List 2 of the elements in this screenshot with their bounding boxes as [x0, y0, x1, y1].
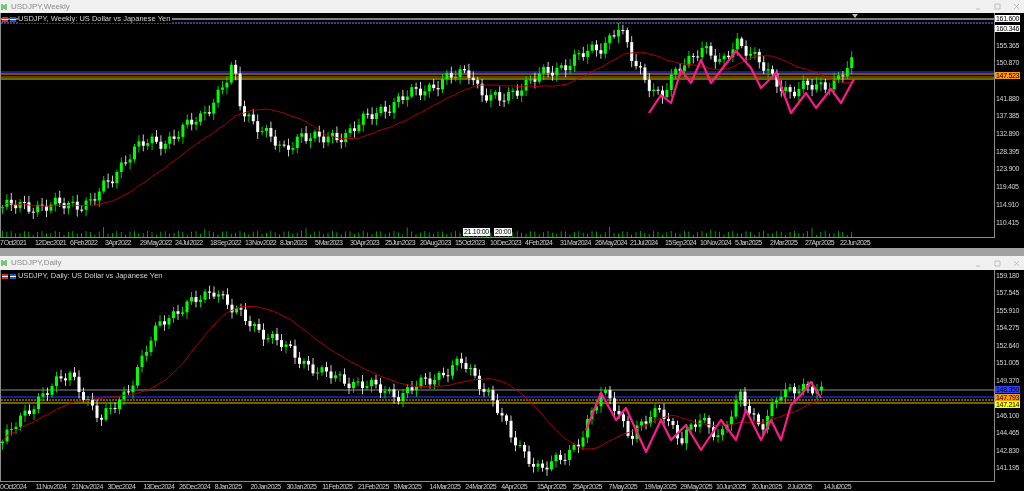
window-title: USDJPY,Daily	[11, 258, 62, 268]
window-title: USDJPY,Weekly	[11, 1, 70, 12]
